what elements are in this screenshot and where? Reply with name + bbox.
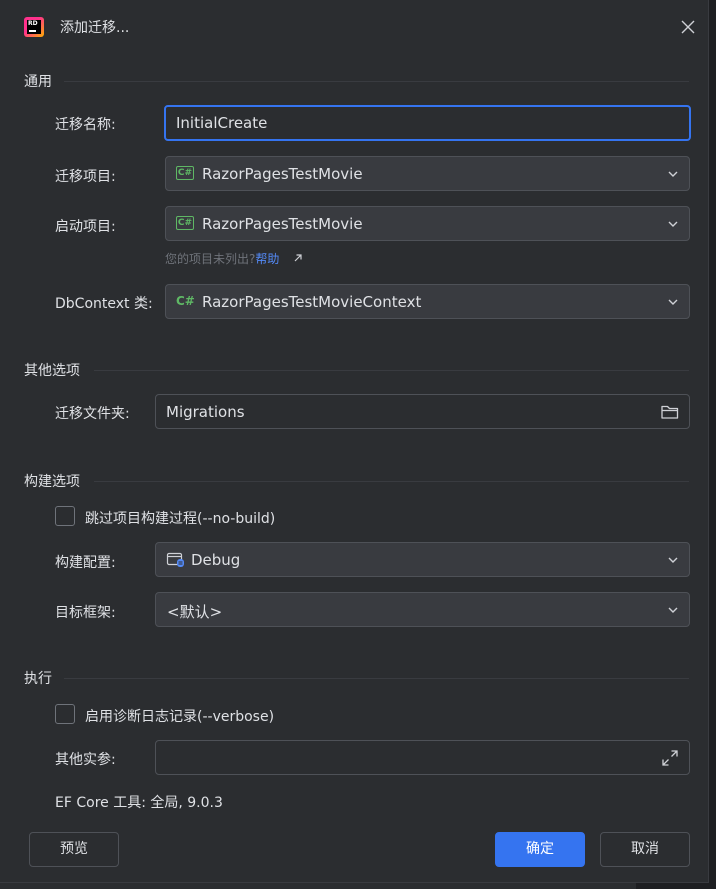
build-configuration-icon [166,552,184,567]
migration-name-input[interactable]: InitialCreate [164,105,691,141]
help-link[interactable]: 帮助 [255,252,279,266]
project-hint: 您的项目未列出?帮助 [165,250,302,267]
section-execute-title: 执行 [24,671,52,687]
external-link-arrow-icon [294,254,302,262]
chevron-down-icon [668,171,678,177]
migrations-folder-label: 迁移文件夹: [55,406,130,422]
migrations-folder-value: Migrations [166,403,245,421]
build-config-value: Debug [191,551,241,569]
build-config-combo[interactable]: Debug [155,542,690,577]
divider [64,81,689,82]
close-icon [681,20,695,34]
other-args-label: 其他实参: [55,752,116,768]
section-general: 通用 [24,71,689,91]
migration-name-value: InitialCreate [176,114,268,132]
startup-project-value: RazorPagesTestMovie [202,215,363,233]
dialog-title: 添加迁移... [60,20,130,36]
migration-project-label: 迁移项目: [55,169,116,185]
csharp-icon: C# [176,294,195,308]
target-framework-combo[interactable]: <默认> [155,592,690,627]
chevron-down-icon [668,221,678,227]
target-framework-value: <默认> [167,603,223,621]
ef-core-value: 全局, 9.0.3 [150,795,223,811]
build-config-label: 构建配置: [55,555,116,571]
section-other-options: 其他选项 [24,360,689,380]
migration-project-combo[interactable]: C# RazorPagesTestMovie [165,156,690,191]
cancel-button[interactable]: 取消 [600,832,690,867]
migration-project-value: RazorPagesTestMovie [202,165,363,183]
other-args-input[interactable] [155,740,690,775]
dbcontext-label: DbContext 类: [55,296,153,312]
close-button[interactable] [678,17,698,37]
section-other-options-title: 其他选项 [24,363,80,379]
preview-button[interactable]: 预览 [29,832,119,867]
startup-project-combo[interactable]: C# RazorPagesTestMovie [165,206,690,241]
add-migration-dialog: RD 添加迁移... 通用 迁移名称: InitialCreate 迁移项目: … [0,0,709,883]
chevron-down-icon [668,299,678,305]
rider-logo-icon: RD [24,17,44,37]
csharp-icon: C# [176,216,194,230]
hint-text: 您的项目未列出? [165,252,256,266]
no-build-checkbox[interactable] [55,506,75,526]
ef-core-tools: EF Core 工具: 全局, 9.0.3 [55,792,223,812]
section-build-options-title: 构建选项 [24,474,80,490]
startup-project-label: 启动项目: [55,219,116,235]
divider [64,678,689,679]
migration-name-label: 迁移名称: [55,117,116,133]
section-general-title: 通用 [24,74,52,90]
section-execute: 执行 [24,668,689,688]
csharp-icon: C# [176,166,194,180]
dbcontext-value: RazorPagesTestMovieContext [202,293,422,311]
ok-button[interactable]: 确定 [495,832,585,867]
no-build-label: 跳过项目构建过程(--no-build) [85,511,276,527]
chevron-down-icon [668,607,678,613]
verbose-label: 启用诊断日志记录(--verbose) [85,709,275,725]
target-framework-label: 目标框架: [55,605,116,621]
section-build-options: 构建选项 [24,471,689,491]
ef-core-label: EF Core 工具: [55,795,146,811]
migrations-folder-input[interactable]: Migrations [155,394,690,429]
divider [94,370,689,371]
chevron-down-icon [668,557,678,563]
expand-icon[interactable] [660,748,680,768]
divider [94,481,689,482]
folder-icon[interactable] [660,403,680,421]
dialog-titlebar: RD 添加迁移... [0,0,709,54]
verbose-checkbox[interactable] [55,704,75,724]
dbcontext-combo[interactable]: C# RazorPagesTestMovieContext [165,284,690,319]
